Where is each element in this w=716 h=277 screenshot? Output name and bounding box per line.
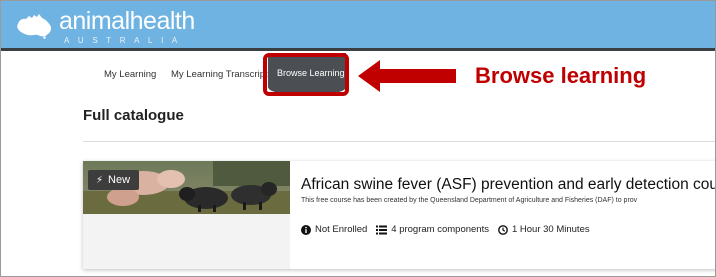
course-meta: Not Enrolled 4 program components 1 Hour… <box>301 224 590 235</box>
course-thumbnail[interactable]: ⚡︎ New <box>83 161 290 214</box>
course-title[interactable]: African swine fever (ASF) prevention and… <box>301 176 715 194</box>
brand-header: animalhealth AUSTRALIA <box>1 1 715 48</box>
nav-my-learning[interactable]: My Learning <box>104 69 156 80</box>
course-card[interactable]: ⚡︎ New African swine fever (ASF) preventi… <box>83 161 715 269</box>
new-badge: ⚡︎ New <box>88 170 140 190</box>
header-underline <box>1 48 715 51</box>
logo-subtext: AUSTRALIA <box>64 36 186 45</box>
browser-frame: animalhealth AUSTRALIA My Learning My Le… <box>0 0 716 277</box>
annotation-highlight-box <box>263 53 349 96</box>
nav-my-learning-transcript[interactable]: My Learning Transcript <box>171 69 268 80</box>
list-icon <box>376 225 388 234</box>
course-duration: 1 Hour 30 Minutes <box>511 224 590 235</box>
divider <box>83 141 715 142</box>
annotation-arrow-icon <box>358 60 456 92</box>
new-badge-label: New <box>108 174 131 186</box>
annotation-callout: Browse learning <box>475 63 647 88</box>
page-title: Full catalogue <box>83 107 184 124</box>
australia-map-icon <box>17 14 52 39</box>
logo-wordmark: animalhealth <box>59 7 195 35</box>
course-description: This free course has been created by the… <box>301 197 638 204</box>
info-icon <box>301 224 311 235</box>
thumbnail-placeholder <box>83 214 290 269</box>
clock-icon <box>498 224 508 235</box>
enrollment-status: Not Enrolled <box>315 224 368 235</box>
lightning-icon: ⚡︎ <box>96 175 104 186</box>
program-components: 4 program components <box>391 224 489 235</box>
